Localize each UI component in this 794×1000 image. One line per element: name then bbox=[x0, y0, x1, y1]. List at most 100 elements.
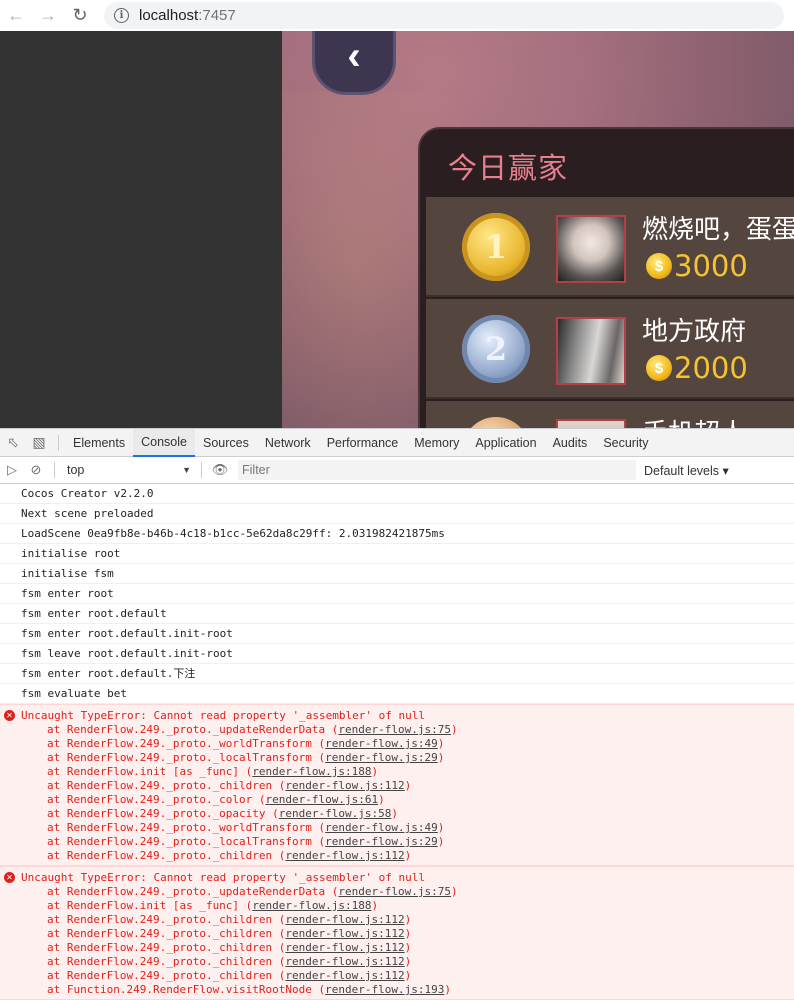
frame-function: at RenderFlow.249._proto._updateRenderDa… bbox=[47, 885, 339, 898]
frame-function: at RenderFlow.init [as _func] ( bbox=[47, 899, 253, 912]
tab-sources[interactable]: Sources bbox=[195, 429, 257, 457]
tab-application[interactable]: Application bbox=[467, 429, 544, 457]
frame-end: ) bbox=[404, 969, 412, 982]
bronze-medal-icon bbox=[462, 417, 530, 428]
reload-icon[interactable]: ↻ bbox=[64, 0, 96, 31]
frame-end: ) bbox=[371, 765, 379, 778]
stack-frame: at RenderFlow.249._proto._opacity (rende… bbox=[0, 807, 794, 821]
frame-function: at RenderFlow.249._proto._localTransform… bbox=[47, 751, 326, 764]
tab-elements[interactable]: Elements bbox=[65, 429, 133, 457]
source-link[interactable]: render-flow.js:61 bbox=[266, 793, 379, 806]
context-select[interactable]: top ▼ bbox=[61, 460, 195, 480]
source-link[interactable]: render-flow.js:75 bbox=[338, 885, 451, 898]
game-viewport: ‹ 今日赢家 1 燃烧吧，蛋蛋 $ 3000 2 地方政府 $ 2000 bbox=[0, 31, 794, 428]
device-toolbar-icon[interactable]: ▧ bbox=[26, 429, 52, 457]
error-text: Uncaught TypeError: Cannot read property… bbox=[21, 709, 425, 722]
source-link[interactable]: render-flow.js:112 bbox=[285, 969, 404, 982]
log-line: fsm enter root.default.下注 bbox=[0, 664, 794, 684]
winner-row: 手机超人 bbox=[426, 401, 794, 428]
source-link[interactable]: render-flow.js:75 bbox=[338, 723, 451, 736]
source-link[interactable]: render-flow.js:112 bbox=[285, 779, 404, 792]
stack-frame: at RenderFlow.249._proto._children (rend… bbox=[0, 913, 794, 927]
log-line: Next scene preloaded bbox=[0, 504, 794, 524]
score-row: $ 3000 bbox=[646, 249, 748, 283]
stack-frame: at RenderFlow.249._proto._children (rend… bbox=[0, 969, 794, 983]
error-text: Uncaught TypeError: Cannot read property… bbox=[21, 871, 425, 884]
player-name: 手机超人 bbox=[642, 413, 746, 428]
game-canvas[interactable]: ‹ 今日赢家 1 燃烧吧，蛋蛋 $ 3000 2 地方政府 $ 2000 bbox=[282, 31, 794, 428]
devtools-tabbar: ⬁ ▧ Elements Console Sources Network Per… bbox=[0, 428, 794, 457]
inspect-element-icon[interactable]: ⬁ bbox=[0, 429, 26, 457]
tab-network[interactable]: Network bbox=[257, 429, 319, 457]
source-link[interactable]: render-flow.js:112 bbox=[285, 913, 404, 926]
back-arrow-icon[interactable]: ← bbox=[0, 0, 32, 31]
source-link[interactable]: render-flow.js:58 bbox=[279, 807, 392, 820]
silver-medal-icon: 2 bbox=[462, 315, 530, 383]
tab-console[interactable]: Console bbox=[133, 428, 195, 457]
address-bar[interactable]: i localhost:7457 bbox=[104, 2, 784, 29]
clear-console-icon[interactable]: ⊘ bbox=[24, 457, 48, 484]
source-link[interactable]: render-flow.js:49 bbox=[325, 737, 438, 750]
frame-end: ) bbox=[437, 751, 445, 764]
frame-function: at RenderFlow.249._proto._children ( bbox=[47, 941, 286, 954]
filter-input[interactable] bbox=[238, 460, 636, 480]
frame-function: at RenderFlow.249._proto._opacity ( bbox=[47, 807, 279, 820]
divider bbox=[54, 462, 55, 478]
stack-frame: at RenderFlow.249._proto._updateRenderDa… bbox=[0, 885, 794, 899]
coin-icon: $ bbox=[646, 355, 672, 381]
stack-frame: at RenderFlow.249._proto._children (rend… bbox=[0, 941, 794, 955]
error-message: ✕ Uncaught TypeError: Cannot read proper… bbox=[0, 704, 794, 866]
frame-function: at RenderFlow.249._proto._children ( bbox=[47, 913, 286, 926]
stack-frame: at RenderFlow.249._proto._children (rend… bbox=[0, 849, 794, 863]
frame-function: at RenderFlow.249._proto._worldTransform… bbox=[47, 737, 326, 750]
devtools-panel: ⬁ ▧ Elements Console Sources Network Per… bbox=[0, 428, 794, 1000]
log-line: fsm evaluate bet bbox=[0, 684, 794, 704]
stack-frame: at RenderFlow.init [as _func] (render-fl… bbox=[0, 765, 794, 779]
frame-function: at RenderFlow.249._proto._color ( bbox=[47, 793, 266, 806]
log-line: Cocos Creator v2.2.0 bbox=[0, 484, 794, 504]
frame-function: at RenderFlow.249._proto._worldTransform… bbox=[47, 821, 326, 834]
info-icon[interactable]: i bbox=[114, 8, 129, 23]
source-link[interactable]: render-flow.js:188 bbox=[252, 899, 371, 912]
tab-performance[interactable]: Performance bbox=[319, 429, 407, 457]
player-name: 地方政府 bbox=[642, 317, 747, 347]
source-link[interactable]: render-flow.js:193 bbox=[325, 983, 444, 996]
source-link[interactable]: render-flow.js:112 bbox=[285, 849, 404, 862]
sidebar-toggle-icon[interactable]: ▷ bbox=[0, 457, 24, 484]
console-output: Cocos Creator v2.2.0 Next scene preloade… bbox=[0, 484, 794, 1000]
avatar bbox=[556, 317, 626, 385]
error-message: ✕ Uncaught TypeError: Cannot read proper… bbox=[0, 866, 794, 1000]
context-value: top bbox=[67, 463, 85, 477]
tab-audits[interactable]: Audits bbox=[545, 429, 596, 457]
tab-memory[interactable]: Memory bbox=[406, 429, 467, 457]
log-line: LoadScene 0ea9fb8e-b46b-4c18-b1cc-5e62da… bbox=[0, 524, 794, 544]
console-toolbar: ▷ ⊘ top ▼ 👁 Default levels ▾ bbox=[0, 457, 794, 484]
back-button[interactable]: ‹ bbox=[312, 31, 396, 95]
tab-security[interactable]: Security bbox=[595, 429, 656, 457]
frame-function: at RenderFlow.249._proto._children ( bbox=[47, 955, 286, 968]
forward-arrow-icon[interactable]: → bbox=[32, 0, 64, 31]
log-line: fsm enter root bbox=[0, 584, 794, 604]
log-levels-select[interactable]: Default levels ▾ bbox=[644, 463, 729, 478]
stack-frame: at RenderFlow.249._proto._children (rend… bbox=[0, 927, 794, 941]
source-link[interactable]: render-flow.js:112 bbox=[285, 955, 404, 968]
source-link[interactable]: render-flow.js:29 bbox=[325, 751, 438, 764]
source-link[interactable]: render-flow.js:49 bbox=[325, 821, 438, 834]
log-line: fsm enter root.default bbox=[0, 604, 794, 624]
frame-function: at RenderFlow.249._proto._localTransform… bbox=[47, 835, 326, 848]
error-icon: ✕ bbox=[4, 872, 15, 883]
stack-frame: at RenderFlow.249._proto._localTransform… bbox=[0, 751, 794, 765]
log-line: initialise root bbox=[0, 544, 794, 564]
eye-icon[interactable]: 👁 bbox=[208, 457, 232, 484]
source-link[interactable]: render-flow.js:29 bbox=[325, 835, 438, 848]
stack-frame: at Function.249.RenderFlow.visitRootNode… bbox=[0, 983, 794, 997]
source-link[interactable]: render-flow.js:112 bbox=[285, 927, 404, 940]
frame-end: ) bbox=[404, 913, 412, 926]
source-link[interactable]: render-flow.js:112 bbox=[285, 941, 404, 954]
log-line: initialise fsm bbox=[0, 564, 794, 584]
source-link[interactable]: render-flow.js:188 bbox=[252, 765, 371, 778]
frame-function: at RenderFlow.249._proto._children ( bbox=[47, 969, 286, 982]
winner-row: 2 地方政府 $ 2000 bbox=[426, 299, 794, 399]
url-host: localhost bbox=[139, 7, 199, 24]
frame-end: ) bbox=[404, 849, 412, 862]
